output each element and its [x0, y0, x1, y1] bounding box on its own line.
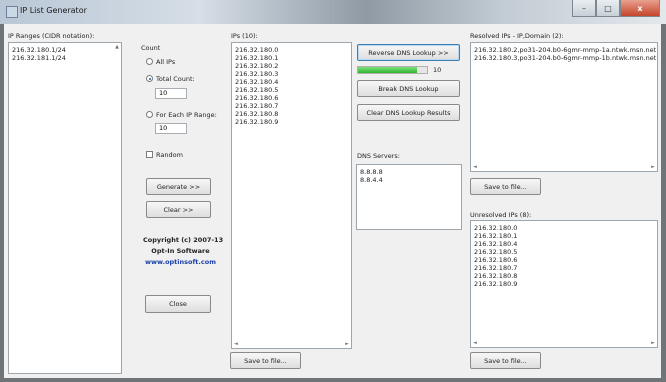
scroll-right-icon[interactable]: ► — [651, 340, 655, 346]
ip-line: 216.32.180.3 — [235, 70, 279, 78]
ip-line: 216.32.180.7 — [235, 102, 279, 110]
dns-progress-bar — [357, 66, 428, 74]
save-resolved-button[interactable]: Save to file... — [470, 178, 541, 195]
unresolved-line: 216.32.180.9 — [474, 280, 518, 288]
for-each-radio[interactable] — [146, 111, 153, 118]
ip-range-line: 216.32.180.1/24 — [12, 46, 66, 54]
unresolved-line: 216.32.180.7 — [474, 264, 518, 272]
ip-ranges-label: IP Ranges (CIDR notation): — [8, 32, 95, 40]
close-button[interactable]: Close — [145, 295, 211, 313]
ip-line: 216.32.180.4 — [235, 78, 279, 86]
ip-line: 216.32.180.9 — [235, 118, 279, 126]
unresolved-list: 216.32.180.0 216.32.180.1 216.32.180.4 216.… — [474, 224, 517, 288]
dns-servers-textarea[interactable]: 8.8.8.8 8.8.4.4 — [356, 164, 462, 230]
resolved-list: 216.32.180.2,po31-204.b0-6gmr-mmp-1a.ntw… — [474, 46, 656, 62]
ip-line: 216.32.180.0 — [235, 46, 279, 54]
all-ips-radio[interactable] — [146, 58, 153, 65]
total-count-label: Total Count: — [156, 75, 195, 83]
random-label: Random — [156, 151, 183, 159]
all-ips-label: All IPs — [156, 58, 176, 66]
ip-ranges-list: 216.32.180.1/24 216.32.181.1/24 — [12, 46, 66, 62]
scroll-left-icon[interactable]: ◄ — [473, 164, 477, 170]
unresolved-line: 216.32.180.6 — [474, 256, 518, 264]
total-count-radio[interactable] — [146, 75, 153, 82]
for-each-label: For Each IP Range: — [156, 111, 217, 119]
title-bar[interactable]: IP List Generator – □ x — [0, 0, 666, 24]
scroll-up-icon[interactable]: ▲ — [115, 44, 119, 50]
ips-list: 216.32.180.0 216.32.180.1 216.32.180.2 216.… — [235, 46, 278, 126]
count-label: Count — [141, 44, 161, 52]
ip-range-line: 216.32.181.1/24 — [12, 54, 66, 62]
random-checkbox[interactable] — [146, 151, 153, 158]
unresolved-textarea[interactable]: 216.32.180.0 216.32.180.1 216.32.180.4 216.… — [470, 220, 658, 348]
clear-button[interactable]: Clear >> — [146, 201, 211, 218]
unresolved-label: Unresolved IPs (8): — [470, 211, 532, 219]
app-icon — [6, 6, 18, 18]
ip-line: 216.32.180.8 — [235, 110, 279, 118]
unresolved-line: 216.32.180.4 — [474, 240, 518, 248]
scroll-right-icon[interactable]: ► — [345, 341, 349, 347]
dns-server-line: 8.8.4.4 — [360, 176, 383, 184]
dns-servers-label: DNS Servers: — [357, 152, 400, 160]
ip-line: 216.32.180.5 — [235, 86, 279, 94]
company-name: Opt-In Software — [151, 247, 210, 255]
ip-line: 216.32.180.6 — [235, 94, 279, 102]
ip-line: 216.32.180.2 — [235, 62, 279, 70]
unresolved-line: 216.32.180.5 — [474, 248, 518, 256]
dns-servers-list: 8.8.8.8 8.8.4.4 — [360, 168, 383, 184]
close-window-button[interactable]: x — [620, 0, 660, 17]
main-window: IP Ranges (CIDR notation): 216.32.180.1/… — [4, 24, 661, 378]
maximize-button[interactable]: □ — [596, 0, 620, 17]
break-dns-button[interactable]: Break DNS Lookup — [357, 80, 460, 97]
resolved-line: 216.32.180.3,po31-204.b0-6gmr-mmp-1b.ntw… — [474, 54, 657, 62]
ip-ranges-textarea[interactable]: 216.32.180.1/24 216.32.181.1/24 ▲ — [8, 42, 122, 374]
copyright-text: Copyright (c) 2007-13 — [143, 236, 224, 244]
unresolved-line: 216.32.180.0 — [474, 224, 518, 232]
save-unresolved-button[interactable]: Save to file... — [470, 352, 541, 369]
resolved-line: 216.32.180.2,po31-204.b0-6gmr-mmp-1a.ntw… — [474, 46, 657, 54]
reverse-dns-button[interactable]: Reverse DNS Lookup >> — [357, 44, 460, 61]
resolved-label: Resolved IPs - IP,Domain (2): — [470, 32, 564, 40]
scroll-left-icon[interactable]: ◄ — [234, 341, 238, 347]
minimize-button[interactable]: – — [572, 0, 596, 17]
ip-line: 216.32.180.1 — [235, 54, 279, 62]
dns-progress-fill — [358, 67, 417, 73]
dns-progress-count: 10 — [433, 66, 442, 74]
window-controls: – □ x — [572, 0, 660, 18]
generate-button[interactable]: Generate >> — [146, 178, 211, 195]
unresolved-line: 216.32.180.8 — [474, 272, 518, 280]
clear-dns-results-button[interactable]: Clear DNS Lookup Results — [357, 104, 460, 121]
dns-server-line: 8.8.8.8 — [360, 168, 383, 176]
scroll-left-icon[interactable]: ◄ — [473, 340, 477, 346]
website-link[interactable]: www.optinsoft.com — [143, 258, 218, 266]
total-count-input[interactable]: 10 — [155, 88, 187, 99]
save-ips-button[interactable]: Save to file... — [230, 352, 301, 369]
unresolved-line: 216.32.180.1 — [474, 232, 518, 240]
ips-label: IPs (10): — [231, 32, 258, 40]
resolved-textarea[interactable]: 216.32.180.2,po31-204.b0-6gmr-mmp-1a.ntw… — [470, 42, 658, 172]
for-each-input[interactable]: 10 — [155, 123, 187, 134]
scroll-right-icon[interactable]: ► — [651, 164, 655, 170]
ips-textarea[interactable]: 216.32.180.0 216.32.180.1 216.32.180.2 216.… — [231, 42, 352, 349]
window-title: IP List Generator — [20, 6, 87, 15]
